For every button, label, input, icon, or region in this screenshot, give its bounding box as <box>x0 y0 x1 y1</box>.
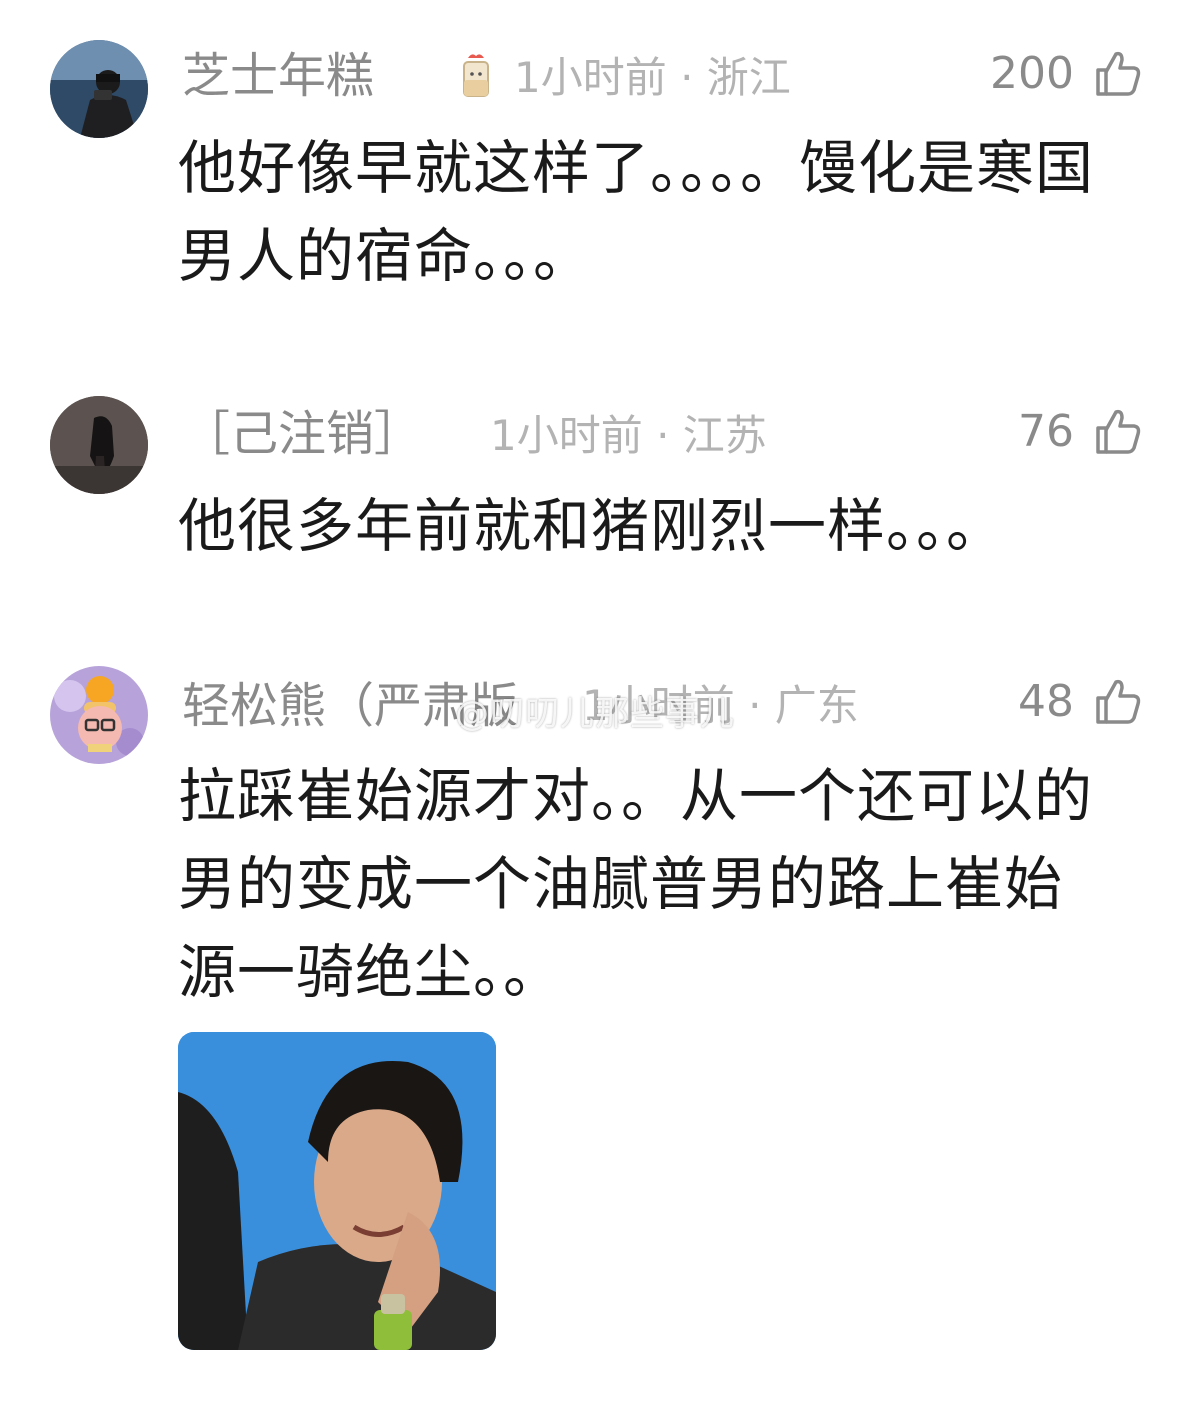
comment-text: 他好像早就这样了。。。。馒化是寒国男人的宿命。。。 <box>178 134 1095 290</box>
photo-image <box>178 1032 496 1350</box>
thumbs-up-icon <box>1096 679 1141 724</box>
avatar[interactable] <box>50 396 148 494</box>
like-button[interactable]: 48 <box>1018 674 1144 730</box>
avatar-image <box>50 396 148 494</box>
username[interactable]: ［己注销］ <box>182 406 422 462</box>
avatar[interactable] <box>50 40 148 138</box>
like-count: 76 <box>1018 406 1074 457</box>
comment-meta: 1小时前 · 江苏 <box>490 411 767 460</box>
thumbs-up-icon <box>1096 409 1141 454</box>
like-button[interactable]: 200 <box>990 46 1144 102</box>
avatar-image <box>50 40 148 138</box>
avatar[interactable] <box>50 666 148 764</box>
username[interactable]: 芝士年糕 <box>182 48 374 104</box>
avatar-image <box>50 666 148 764</box>
like-button[interactable]: 76 <box>1018 404 1144 460</box>
watermark: @叨叨儿那些事儿 <box>455 694 735 734</box>
thumbs-up-icon <box>1096 51 1141 96</box>
comment-text: 拉踩崔始源才对。。从一个还可以的男的变成一个油腻普男的路上崔始源一骑绝尘。。 <box>178 762 1094 1006</box>
cake-cup-icon <box>458 52 494 104</box>
comment-image[interactable] <box>178 1032 496 1350</box>
comment-text: 他很多年前就和猪刚烈一样。。。 <box>178 492 1006 560</box>
like-count: 200 <box>990 48 1074 99</box>
comment-meta: 1小时前 · 浙江 <box>514 53 791 102</box>
like-count: 48 <box>1018 676 1074 727</box>
